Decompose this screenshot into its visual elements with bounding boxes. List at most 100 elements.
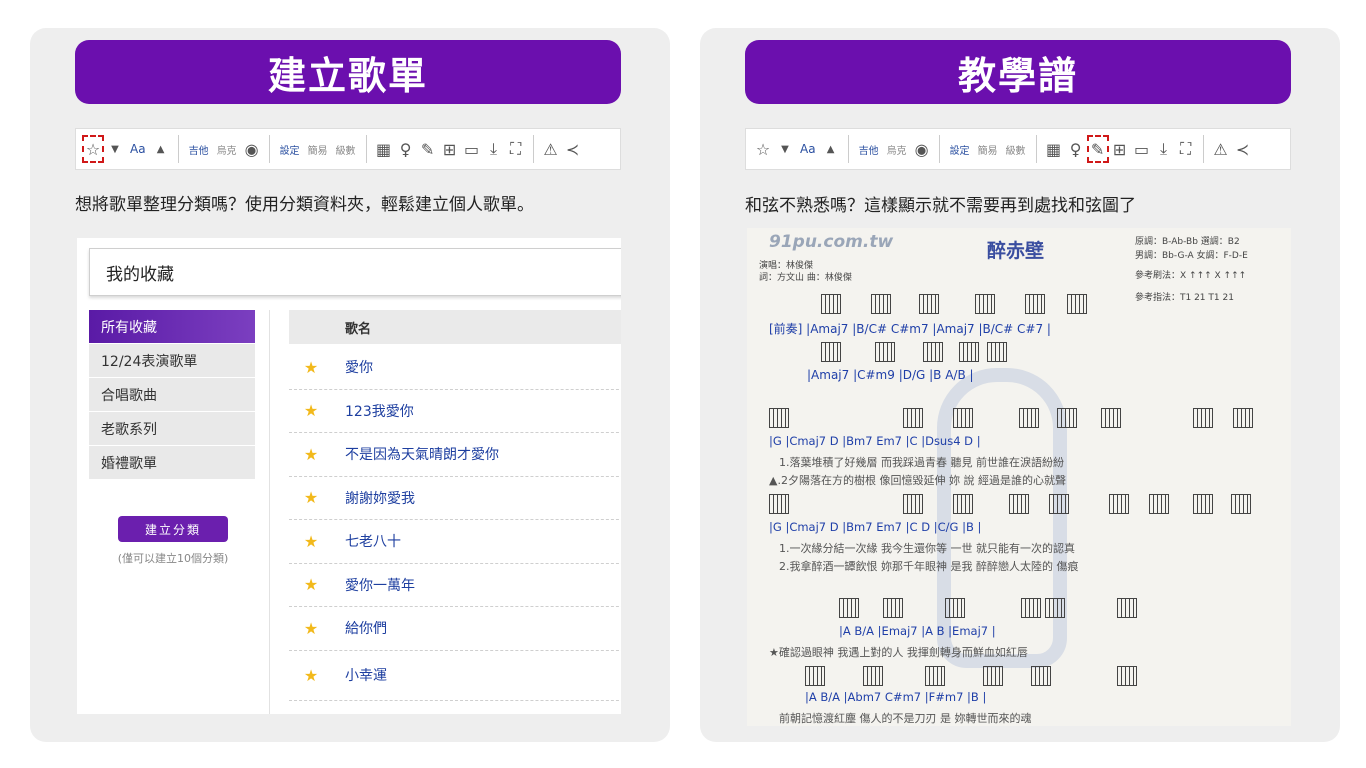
create-category-button[interactable]: 建立分類 — [118, 516, 228, 542]
edit-icon[interactable]: ✎ — [1086, 135, 1109, 163]
download-icon[interactable]: ⤓ — [483, 135, 505, 163]
font-size-label[interactable]: Aa — [796, 135, 820, 163]
caret-down-icon[interactable]: ▼ — [774, 135, 796, 163]
hide-eye-icon[interactable]: ◉ — [241, 135, 263, 163]
teaching-sheet-panel: 教學譜 ☆ ▼ Aa ▲ 吉他 烏克 ◉ 設定 簡易 級數 ▦ ♀ ✎ ⊞ ▭ … — [700, 28, 1340, 742]
star-icon[interactable]: ★ — [289, 619, 333, 638]
chord-grid-icon[interactable]: ▦ — [1043, 135, 1065, 163]
sidebar-item-wedding[interactable]: 婚禮歌單 — [89, 446, 255, 480]
credits-info: 詞：方文山 曲：林俊傑 — [759, 273, 852, 283]
caret-down-icon[interactable]: ▼ — [104, 135, 126, 163]
chord-diagram — [1031, 666, 1051, 686]
sidebar-item-oldies[interactable]: 老歌系列 — [89, 412, 255, 446]
key-info-2: 男調：Bb-G-A 女調：F-D-E — [1135, 251, 1248, 261]
fullscreen-icon[interactable]: ⛶ — [505, 135, 527, 163]
fullscreen-icon[interactable]: ⛶ — [1175, 135, 1197, 163]
favorites-title: 我的收藏 — [89, 248, 621, 296]
song-row[interactable]: ★ 不是因為天氣晴朗才愛你 — [289, 433, 621, 477]
star-icon[interactable]: ★ — [289, 358, 333, 377]
sidebar-item-show[interactable]: 12/24表演歌單 — [89, 344, 255, 378]
download-icon[interactable]: ⤓ — [1153, 135, 1175, 163]
song-name[interactable]: 愛你 — [333, 357, 373, 377]
edit-icon[interactable]: ✎ — [417, 135, 439, 163]
warning-icon[interactable]: ⚠ — [540, 135, 562, 163]
site-watermark: 91pu.com.tw — [769, 232, 894, 252]
warning-icon[interactable]: ⚠ — [1210, 135, 1232, 163]
lyric-line: ▲.2夕陽落在方的樹根 像回憶毀延伸 妳 說 經過是誰的心就聲 — [769, 474, 1066, 487]
guitar-tab[interactable]: 吉他 — [185, 135, 213, 163]
divider — [268, 135, 270, 163]
guitar-tab[interactable]: 吉他 — [855, 135, 883, 163]
star-icon[interactable]: ★ — [289, 488, 333, 507]
chord-diagram — [903, 494, 923, 514]
settings-tab[interactable]: 設定 — [946, 135, 974, 163]
song-name[interactable]: 七老八十 — [333, 531, 401, 551]
star-favorite-icon[interactable]: ☆ — [82, 135, 104, 163]
chord-diagram — [1149, 494, 1169, 514]
chord-diagram — [1025, 294, 1045, 314]
settings-tab[interactable]: 設定 — [276, 135, 304, 163]
level-tab[interactable]: 級數 — [332, 135, 360, 163]
font-size-label[interactable]: Aa — [126, 135, 150, 163]
chord-diagram — [1193, 408, 1213, 428]
star-icon[interactable]: ★ — [289, 445, 333, 464]
song-name[interactable]: 123我愛你 — [333, 401, 414, 421]
song-name[interactable]: 給你們 — [333, 618, 387, 638]
save-icon[interactable]: ▭ — [461, 135, 483, 163]
chord-diagram — [871, 294, 891, 314]
star-icon[interactable]: ★ — [289, 532, 333, 551]
ukulele-tab[interactable]: 烏克 — [883, 135, 911, 163]
simple-tab[interactable]: 簡易 — [304, 135, 332, 163]
song-row[interactable]: ★ 給你們 — [289, 607, 621, 651]
chord-diagram — [1045, 598, 1065, 618]
chord-diagram — [953, 408, 973, 428]
star-icon[interactable]: ★ — [289, 666, 333, 685]
star-icon[interactable]: ★ — [289, 401, 333, 420]
share-icon[interactable]: ≺ — [1232, 135, 1254, 163]
song-row[interactable]: ★ 謝謝妳愛我 — [289, 477, 621, 520]
sidebar-item-all[interactable]: 所有收藏 — [89, 310, 255, 344]
caret-up-icon[interactable]: ▲ — [820, 135, 842, 163]
simple-tab[interactable]: 簡易 — [974, 135, 1002, 163]
share-icon[interactable]: ≺ — [562, 135, 584, 163]
chord-diagram — [1019, 408, 1039, 428]
save-icon[interactable]: ▭ — [1131, 135, 1153, 163]
star-icon[interactable]: ★ — [289, 575, 333, 594]
chord-grid-icon[interactable]: ▦ — [373, 135, 395, 163]
song-row[interactable]: ★ 愛你一萬年 — [289, 564, 621, 607]
key-info: 原調：B-Ab-Bb 選調：B2 — [1135, 237, 1240, 247]
song-row[interactable]: ★ 愛你 — [289, 346, 621, 390]
chord-diagram — [959, 342, 979, 362]
song-name[interactable]: 謝謝妳愛我 — [333, 488, 415, 508]
caption-text: 和弦不熟悉嗎？這樣顯示就不需要再到處找和弦圖了 — [745, 196, 1136, 216]
chord-line: |G |Cmaj7 D |Bm7 Em7 |C D |C/G |B | — [769, 520, 982, 534]
caret-up-icon[interactable]: ▲ — [150, 135, 172, 163]
sidebar-item-duet[interactable]: 合唱歌曲 — [89, 378, 255, 412]
chord-line: |A B/A |Abm7 C#m7 |F#m7 |B | — [805, 690, 987, 704]
chord-diagram — [919, 294, 939, 314]
level-tab[interactable]: 級數 — [1002, 135, 1030, 163]
bulb-icon[interactable]: ♀ — [395, 135, 417, 163]
chord-sheet: 91pu.com.tw 醉赤壁 演唱：林俊傑 詞：方文山 曲：林俊傑 原調：B-… — [747, 228, 1291, 726]
table-icon[interactable]: ⊞ — [1109, 135, 1131, 163]
ukulele-tab[interactable]: 烏克 — [213, 135, 241, 163]
chord-diagram — [1057, 408, 1077, 428]
chord-diagram — [1049, 494, 1069, 514]
chord-diagram — [925, 666, 945, 686]
song-toolbar: ☆ ▼ Aa ▲ 吉他 烏克 ◉ 設定 簡易 級數 ▦ ♀ ✎ ⊞ ▭ ⤓ ⛶ … — [745, 128, 1291, 170]
star-favorite-icon[interactable]: ☆ — [752, 135, 774, 163]
bulb-icon[interactable]: ♀ — [1065, 135, 1087, 163]
divider — [365, 135, 367, 163]
song-name[interactable]: 小幸運 — [333, 665, 387, 685]
song-row[interactable]: ★ 123我愛你 — [289, 390, 621, 433]
chord-diagram — [1117, 598, 1137, 618]
song-name[interactable]: 愛你一萬年 — [333, 575, 415, 595]
song-row[interactable]: ★ 小幸運 — [289, 651, 621, 701]
song-row[interactable]: ★ 七老八十 — [289, 520, 621, 564]
song-name[interactable]: 不是因為天氣晴朗才愛你 — [333, 444, 499, 464]
lyric-line: 1.一次緣分結一次緣 我今生還你等 一世 就只能有一次的認真 — [779, 542, 1075, 555]
lyric-line: 2.我拿醉酒一罈飲恨 妳那千年眼神 是我 醉醉戀人太陸的 傷痕 — [779, 560, 1079, 573]
chord-diagram — [1067, 294, 1087, 314]
hide-eye-icon[interactable]: ◉ — [911, 135, 933, 163]
table-icon[interactable]: ⊞ — [439, 135, 461, 163]
